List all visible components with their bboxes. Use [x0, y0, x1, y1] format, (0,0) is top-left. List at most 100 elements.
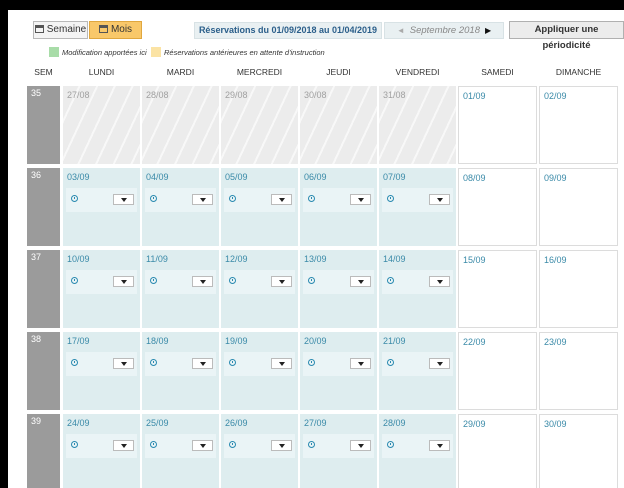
clock-icon[interactable] — [387, 359, 394, 366]
time-select-dropdown[interactable] — [271, 440, 292, 451]
day-cell[interactable]: 18/09 — [142, 332, 219, 410]
time-select-dropdown[interactable] — [271, 194, 292, 205]
day-cell[interactable]: 26/09 — [221, 414, 298, 488]
day-cell[interactable]: 14/09 — [379, 250, 456, 328]
clock-icon[interactable] — [387, 277, 394, 284]
time-slot[interactable] — [66, 352, 137, 376]
day-cell: 02/09 — [539, 86, 618, 164]
time-slot[interactable] — [145, 270, 216, 294]
week-view-button[interactable]: Semaine — [33, 21, 88, 39]
clock-icon[interactable] — [229, 195, 236, 202]
time-slot[interactable] — [224, 352, 295, 376]
time-slot[interactable] — [303, 434, 374, 458]
day-cell[interactable]: 27/09 — [300, 414, 377, 488]
time-select-dropdown[interactable] — [113, 276, 134, 287]
time-slot[interactable] — [382, 434, 453, 458]
clock-icon[interactable] — [150, 359, 157, 366]
month-view-button[interactable]: Mois — [89, 21, 142, 39]
time-select-dropdown[interactable] — [271, 358, 292, 369]
day-cell[interactable]: 13/09 — [300, 250, 377, 328]
day-cell[interactable]: 03/09 — [63, 168, 140, 246]
clock-icon[interactable] — [387, 195, 394, 202]
day-cell[interactable]: 28/09 — [379, 414, 456, 488]
time-select-dropdown[interactable] — [113, 440, 134, 451]
time-slot[interactable] — [224, 434, 295, 458]
time-slot[interactable] — [382, 270, 453, 294]
day-cell[interactable]: 24/09 — [63, 414, 140, 488]
time-select-dropdown[interactable] — [350, 276, 371, 287]
time-select-dropdown[interactable] — [350, 440, 371, 451]
clock-icon[interactable] — [150, 441, 157, 448]
day-date: 11/09 — [146, 254, 168, 264]
day-date: 13/09 — [304, 254, 327, 264]
time-slot[interactable] — [145, 188, 216, 212]
day-date: 31/08 — [383, 90, 406, 100]
time-select-dropdown[interactable] — [192, 194, 213, 205]
day-cell[interactable]: 19/09 — [221, 332, 298, 410]
day-cell: 31/08 — [379, 86, 456, 164]
day-date: 27/09 — [304, 418, 327, 428]
time-slot[interactable] — [303, 352, 374, 376]
day-cell[interactable]: 25/09 — [142, 414, 219, 488]
clock-icon[interactable] — [308, 195, 315, 202]
time-slot[interactable] — [224, 270, 295, 294]
week-number: 37 — [27, 250, 60, 328]
time-select-dropdown[interactable] — [192, 440, 213, 451]
day-date: 29/08 — [225, 90, 248, 100]
column-header-day: SAMEDI — [481, 67, 514, 77]
calendar-frame: Semaine Mois Réservations du 01/09/2018 … — [8, 10, 624, 488]
clock-icon[interactable] — [387, 441, 394, 448]
day-cell[interactable]: 17/09 — [63, 332, 140, 410]
clock-icon[interactable] — [71, 359, 78, 366]
time-select-dropdown[interactable] — [429, 440, 450, 451]
clock-icon[interactable] — [308, 359, 315, 366]
day-cell[interactable]: 20/09 — [300, 332, 377, 410]
time-select-dropdown[interactable] — [192, 276, 213, 287]
previous-month-arrow-icon[interactable]: ◄ — [397, 26, 405, 35]
time-slot[interactable] — [145, 434, 216, 458]
day-cell[interactable]: 12/09 — [221, 250, 298, 328]
day-cell[interactable]: 11/09 — [142, 250, 219, 328]
time-select-dropdown[interactable] — [429, 358, 450, 369]
day-cell[interactable]: 06/09 — [300, 168, 377, 246]
month-view-label: Mois — [110, 24, 133, 35]
time-slot[interactable] — [303, 188, 374, 212]
clock-icon[interactable] — [308, 441, 315, 448]
column-header-day: LUNDI — [88, 67, 115, 77]
time-slot[interactable] — [66, 270, 137, 294]
day-cell[interactable]: 07/09 — [379, 168, 456, 246]
apply-periodicity-button[interactable]: Appliquer une périodicité — [509, 21, 624, 51]
time-slot[interactable] — [66, 188, 137, 212]
day-cell[interactable]: 05/09 — [221, 168, 298, 246]
time-slot[interactable] — [382, 352, 453, 376]
time-slot[interactable] — [303, 270, 374, 294]
time-select-dropdown[interactable] — [113, 194, 134, 205]
clock-icon[interactable] — [229, 277, 236, 284]
clock-icon[interactable] — [229, 441, 236, 448]
time-select-dropdown[interactable] — [350, 194, 371, 205]
time-select-dropdown[interactable] — [113, 358, 134, 369]
day-cell[interactable]: 21/09 — [379, 332, 456, 410]
next-month-arrow-icon[interactable]: ▶ — [485, 26, 491, 35]
time-select-dropdown[interactable] — [271, 276, 292, 287]
time-select-dropdown[interactable] — [429, 276, 450, 287]
clock-icon[interactable] — [229, 359, 236, 366]
time-slot[interactable] — [145, 352, 216, 376]
clock-icon[interactable] — [71, 441, 78, 448]
clock-icon[interactable] — [71, 195, 78, 202]
clock-icon[interactable] — [150, 195, 157, 202]
time-select-dropdown[interactable] — [192, 358, 213, 369]
week-number: 39 — [27, 414, 60, 488]
time-slot[interactable] — [382, 188, 453, 212]
clock-icon[interactable] — [150, 277, 157, 284]
time-select-dropdown[interactable] — [350, 358, 371, 369]
day-cell: 09/09 — [539, 168, 618, 246]
time-select-dropdown[interactable] — [429, 194, 450, 205]
clock-icon[interactable] — [71, 277, 78, 284]
clock-icon[interactable] — [308, 277, 315, 284]
day-cell[interactable]: 10/09 — [63, 250, 140, 328]
legend-label: Réservations antérieures en attente d'in… — [164, 48, 325, 57]
time-slot[interactable] — [224, 188, 295, 212]
day-cell[interactable]: 04/09 — [142, 168, 219, 246]
time-slot[interactable] — [66, 434, 137, 458]
